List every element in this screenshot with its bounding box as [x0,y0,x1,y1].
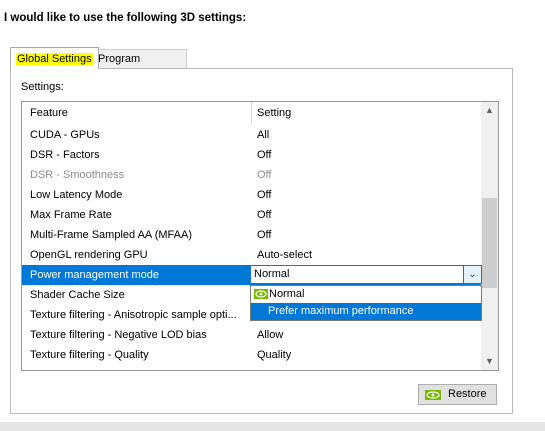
nvidia-logo-icon [254,289,268,299]
feature-cell: Low Latency Mode [30,189,123,201]
table-row[interactable]: DSR - Smoothness Off [22,165,481,185]
feature-cell: DSR - Factors [30,149,100,161]
table-row[interactable]: Max Frame Rate Off [22,205,481,225]
feature-cell: Shader Cache Size [30,289,125,301]
table-row[interactable]: Multi-Frame Sampled AA (MFAA) Off [22,225,481,245]
feature-cell: DSR - Smoothness [30,169,125,181]
settings-grid: Feature Setting CUDA - GPUs All DSR - Fact… [21,101,499,371]
power-mode-dropdown-value: Normal [254,268,290,280]
restore-button[interactable]: Restore [418,384,497,405]
column-header-setting[interactable]: Setting [257,102,291,124]
feature-cell: Texture filtering - Quality [30,349,149,361]
power-mode-dropdown[interactable]: Normal ⌄ [250,265,482,284]
feature-cell: Texture filtering - Anisotropic sample o… [30,309,237,321]
page-heading: I would like to use the following 3D set… [4,12,247,24]
option-normal-label: Normal [269,288,305,300]
tab-global-settings-label: Global Settings [16,53,93,65]
setting-cell[interactable]: Auto-select [257,245,312,265]
table-row[interactable]: Texture filtering - Negative LOD bias All… [22,325,481,345]
table-row[interactable]: Texture filtering - Quality Quality [22,345,481,365]
setting-cell[interactable]: On [257,365,272,370]
column-header-feature[interactable]: Feature [30,102,68,124]
feature-cell: Power management mode [30,269,160,281]
feature-cell: Texture filtering - Negative LOD bias [30,329,207,341]
option-prefer-maximum-performance[interactable]: Prefer maximum performance [251,303,481,320]
chevron-down-icon[interactable]: ⌄ [463,266,481,283]
feature-cell: CUDA - GPUs [30,129,100,141]
setting-cell[interactable]: Off [257,185,271,205]
tab-global-settings[interactable]: Global Settings [10,47,99,69]
scroll-up-icon[interactable]: ▲ [481,102,498,119]
table-row[interactable]: OpenGL rendering GPU Auto-select [22,245,481,265]
feature-cell: Max Frame Rate [30,209,112,221]
tab-program-settings[interactable]: Program Settings [92,49,187,84]
setting-cell[interactable]: Off [257,165,271,185]
setting-cell[interactable]: Quality [257,345,291,365]
column-divider[interactable] [251,102,252,124]
setting-cell[interactable]: Off [257,145,271,165]
table-row[interactable]: Low Latency Mode Off [22,185,481,205]
setting-cell[interactable]: Allow [257,325,283,345]
option-normal[interactable]: Normal [251,286,481,303]
table-row[interactable]: Texture filtering - Trilinear optimizati… [22,365,481,370]
option-prefer-maximum-performance-label: Prefer maximum performance [268,305,414,317]
table-row[interactable]: CUDA - GPUs All [22,125,481,145]
feature-cell: Texture filtering - Trilinear optimizati… [30,365,244,370]
window-bottom-edge [0,422,545,431]
setting-cell[interactable]: All [257,125,269,145]
scroll-thumb[interactable] [482,198,497,288]
feature-cell: OpenGL rendering GPU [30,249,148,261]
scroll-down-icon[interactable]: ▼ [481,353,498,370]
settings-label: Settings: [21,81,64,93]
setting-cell[interactable]: Off [257,205,271,225]
power-mode-options: Normal Prefer maximum performance [250,285,482,321]
table-row[interactable]: DSR - Factors Off [22,145,481,165]
nvidia-logo-icon [425,390,441,400]
feature-cell: Multi-Frame Sampled AA (MFAA) [30,229,192,241]
setting-cell[interactable]: Off [257,225,271,245]
vertical-scrollbar[interactable]: ▲ ▼ [481,102,498,370]
restore-button-label: Restore [448,388,487,400]
